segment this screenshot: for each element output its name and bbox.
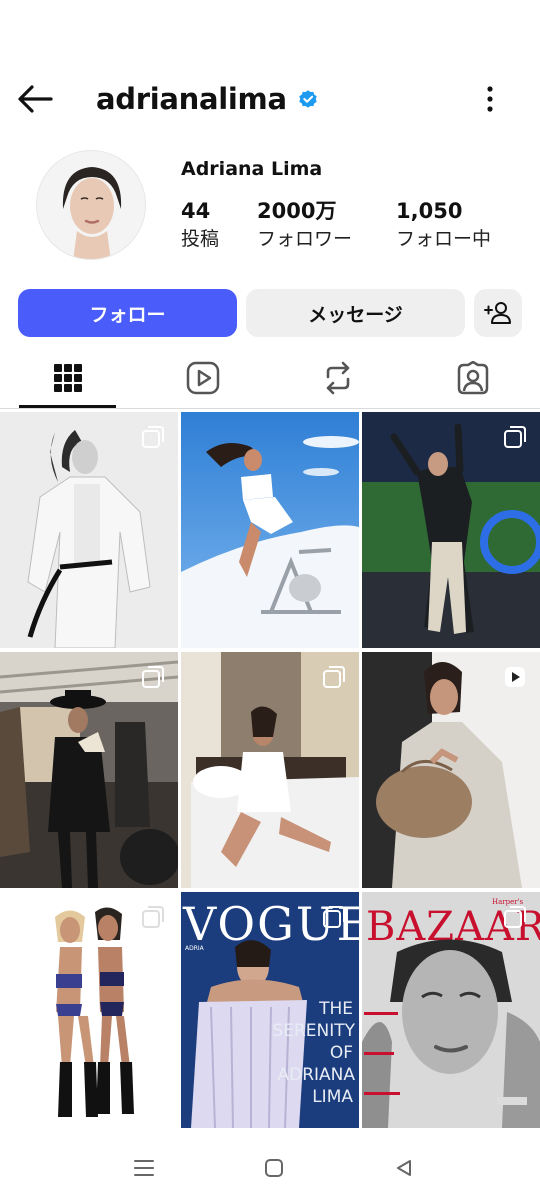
post-tile[interactable]: VOGUE ADRIA THE SERENITY OF ADRIANA LIMA xyxy=(181,892,359,1128)
cover-line: ADRIANA xyxy=(277,1065,355,1085)
tagged-icon xyxy=(457,361,488,395)
carousel-icon xyxy=(142,426,164,448)
system-back-button[interactable] xyxy=(384,1148,424,1188)
following-label: フォロー中 xyxy=(396,228,492,250)
carousel-icon xyxy=(142,666,164,688)
more-vertical-icon xyxy=(487,86,493,112)
posts-count[interactable]: 44 投稿 xyxy=(181,196,219,252)
cover-small-text: ADRIA xyxy=(185,945,205,952)
carousel-icon xyxy=(142,906,164,928)
home-square-icon xyxy=(265,1159,283,1177)
post-tile[interactable] xyxy=(181,412,359,648)
post-tile[interactable] xyxy=(0,892,178,1128)
username-container: adrianalima xyxy=(96,78,319,120)
follow-button[interactable]: フォロー xyxy=(18,289,237,337)
followers-label: フォロワー xyxy=(257,228,353,250)
cover-line: SERENITY xyxy=(272,1021,355,1041)
tab-reels[interactable] xyxy=(135,348,270,408)
more-options-button[interactable] xyxy=(470,78,510,120)
post-tile[interactable] xyxy=(362,412,540,648)
cover-small-text: Harper's xyxy=(492,898,524,906)
carousel-icon xyxy=(323,666,345,688)
reel-icon xyxy=(505,667,525,687)
profile-avatar[interactable] xyxy=(36,150,146,260)
post-tile[interactable]: BAZAAR Harper's xyxy=(362,892,540,1128)
following-value: 1,050 xyxy=(396,199,463,223)
cover-line: OF xyxy=(330,1043,353,1063)
post-image xyxy=(181,412,359,648)
back-triangle-icon xyxy=(397,1160,411,1176)
cover-line: THE xyxy=(318,999,353,1019)
home-button[interactable] xyxy=(254,1148,294,1188)
followers-count[interactable]: 2000万 フォロワー xyxy=(257,196,352,252)
verified-badge-icon xyxy=(299,90,317,108)
post-tile[interactable] xyxy=(181,652,359,888)
reels-icon xyxy=(186,361,219,395)
suggest-users-button[interactable] xyxy=(474,289,522,337)
tabs-divider xyxy=(0,408,540,409)
recent-apps-button[interactable] xyxy=(124,1148,164,1188)
display-name: Adriana Lima xyxy=(181,158,323,180)
arrow-left-icon xyxy=(18,85,53,113)
followers-value: 2000万 xyxy=(257,199,337,223)
recent-apps-icon xyxy=(134,1160,154,1176)
tab-reposts[interactable] xyxy=(270,348,405,408)
posts-label: 投稿 xyxy=(181,228,220,250)
profile-header: adrianalima xyxy=(0,70,540,126)
carousel-icon xyxy=(323,906,345,928)
person-add-icon xyxy=(484,302,511,324)
following-count[interactable]: 1,050 フォロー中 xyxy=(396,196,491,252)
grid-icon xyxy=(53,364,82,392)
message-button[interactable]: メッセージ xyxy=(246,289,465,337)
carousel-icon xyxy=(504,906,526,928)
posts-value: 44 xyxy=(181,199,211,223)
username: adrianalima xyxy=(96,82,287,116)
post-tile[interactable] xyxy=(362,652,540,888)
cover-line: LIMA xyxy=(312,1087,353,1107)
tab-tagged[interactable] xyxy=(405,348,540,408)
back-button[interactable] xyxy=(14,78,56,120)
system-navigation-bar xyxy=(0,1134,540,1199)
carousel-icon xyxy=(504,426,526,448)
reposts-icon xyxy=(326,361,349,395)
post-tile[interactable] xyxy=(0,652,178,888)
tab-posts-grid[interactable] xyxy=(0,348,135,408)
post-tile[interactable] xyxy=(0,412,178,648)
profile-tabs xyxy=(0,348,540,408)
